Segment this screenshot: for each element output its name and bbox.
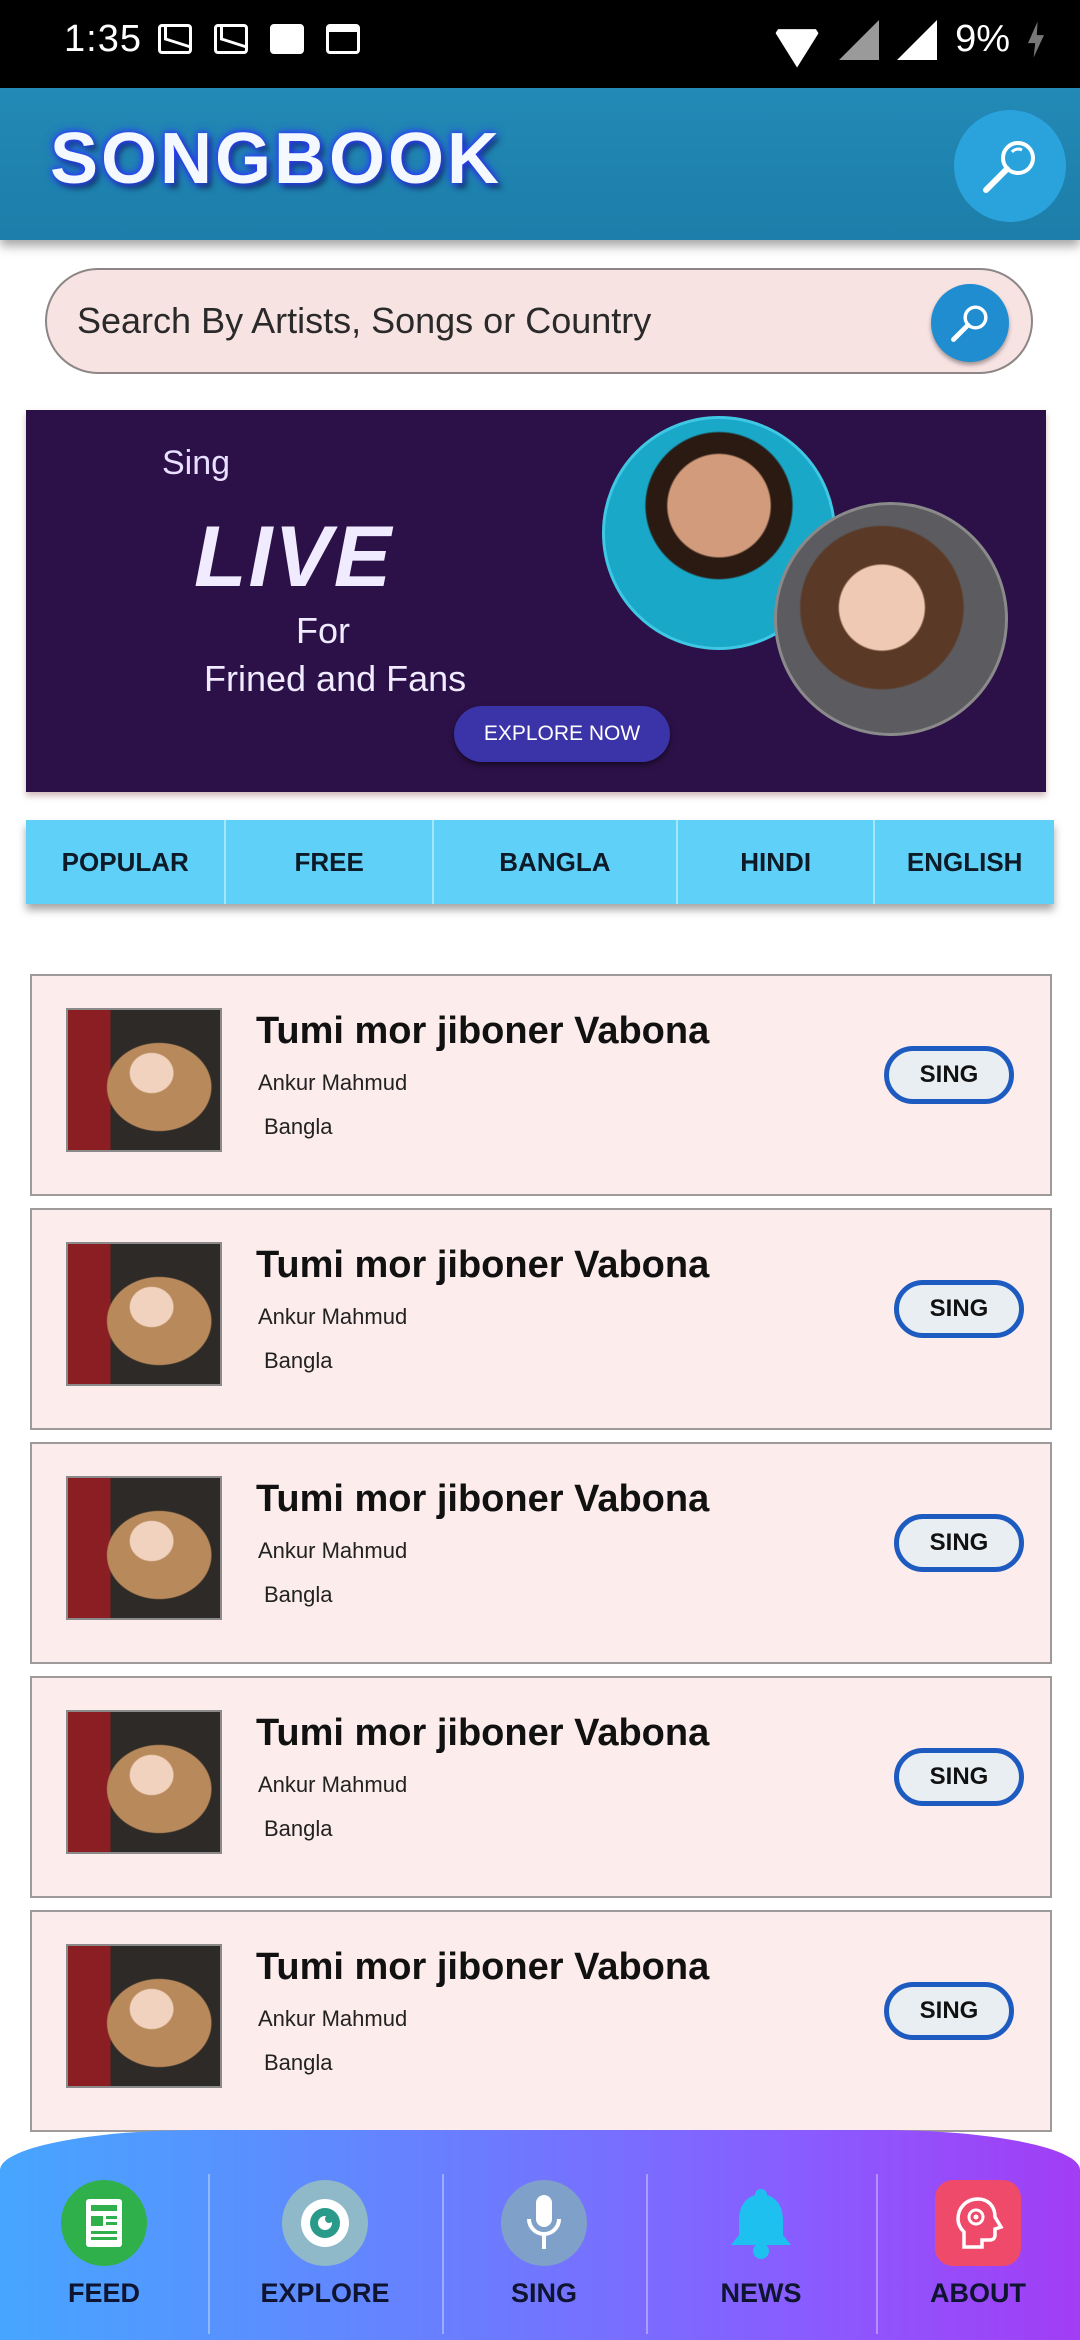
song-artist: Ankur Mahmud [258,1538,408,1563]
banner-text-fans: Frined and Fans [204,658,467,699]
tab-english[interactable]: ENGLISH [875,820,1054,904]
nav-item-explore[interactable]: EXPLORE [208,2174,444,2334]
song-artist: Ankur Mahmud [258,1772,408,1797]
nav-label-news: NEWS [720,2278,802,2308]
sing-button[interactable]: SING [884,1046,1014,1104]
nav-label-about: ABOUT [930,2278,1026,2308]
header-search-button[interactable] [954,110,1066,222]
gmail-notification-icon [158,24,192,54]
nav-item-news[interactable]: NEWS [646,2174,878,2334]
song-title: Tumi mor jiboner Vabona [256,1244,710,1286]
search-input[interactable]: Search By Artists, Songs or Country [77,300,651,342]
system-icons: 9% [773,18,1044,61]
nav-label-sing: SING [510,2278,577,2308]
bottom-navigation: FEED EXPLORE SING NEWS ABOUT [0,2130,1080,2340]
sing-button[interactable]: SING [894,1748,1024,1806]
calendar-notification-icon [326,24,360,54]
song-language: Bangla [264,2050,333,2075]
gmail-notification-icon [214,24,248,54]
tab-popular[interactable]: POPULAR [26,820,227,904]
explore-now-button[interactable]: EXPLORE NOW [454,706,670,762]
song-thumbnail [66,1242,222,1386]
tab-free[interactable]: FREE [226,820,434,904]
song-language: Bangla [264,1582,333,1607]
song-language: Bangla [264,1114,333,1139]
signal-icon [897,19,938,60]
bell-icon [718,2180,804,2266]
microphone-icon [501,2180,587,2266]
song-thumbnail [66,1944,222,2088]
app-header: SONGBOOK [0,88,1080,240]
app-title: SONGBOOK [50,119,503,199]
song-language: Bangla [264,1816,333,1841]
song-item[interactable]: Tumi mor jiboner Vabona Ankur Mahmud Ban… [30,1442,1052,1664]
nav-label-feed: FEED [67,2278,140,2308]
signal-icon [839,19,880,60]
nav-item-feed[interactable]: FEED [0,2174,210,2334]
song-artist: Ankur Mahmud [258,2006,408,2031]
tab-hindi[interactable]: HINDI [678,820,876,904]
song-title: Tumi mor jiboner Vabona [256,1010,710,1052]
song-thumbnail [66,1008,222,1152]
status-bar: 1:35 9% [0,0,1080,88]
feed-icon [61,2180,147,2266]
nav-item-about[interactable]: ABOUT [876,2174,1080,2334]
nav-item-sing[interactable]: SING [442,2174,648,2334]
tab-bangla[interactable]: BANGLA [434,820,678,904]
head-gear-icon [935,2180,1021,2266]
search-bar[interactable]: Search By Artists, Songs or Country [45,268,1033,374]
banner-text-for: For [296,610,350,651]
song-artist: Ankur Mahmud [258,1304,408,1329]
song-thumbnail [66,1476,222,1620]
category-tabs: POPULAR FREE BANGLA HINDI ENGLISH [26,820,1054,904]
sing-button[interactable]: SING [894,1514,1024,1572]
battery-percentage: 9% [955,18,1010,60]
song-thumbnail [66,1710,222,1854]
song-item[interactable]: Tumi mor jiboner Vabona Ankur Mahmud Ban… [30,1676,1052,1898]
song-title: Tumi mor jiboner Vabona [256,1946,710,1988]
eye-icon [282,2180,368,2266]
banner-text-live: LIVE [194,509,394,605]
song-title: Tumi mor jiboner Vabona [256,1478,710,1520]
song-item[interactable]: Tumi mor jiboner Vabona Ankur Mahmud Ban… [30,1910,1052,2132]
song-title: Tumi mor jiboner Vabona [256,1712,710,1754]
banner-text-sing: Sing [162,444,231,482]
notification-icons [158,24,360,54]
search-icon [983,141,1035,193]
search-button[interactable] [931,284,1009,362]
song-language: Bangla [264,1348,333,1373]
status-time: 1:35 [64,18,142,60]
promo-banner[interactable]: Sing LIVE For Frined and Fans EXPLORE NO… [26,410,1046,792]
banner-woman-photo [774,502,1008,736]
wifi-icon [773,20,821,60]
song-item[interactable]: Tumi mor jiboner Vabona Ankur Mahmud Ban… [30,974,1052,1196]
song-item[interactable]: Tumi mor jiboner Vabona Ankur Mahmud Ban… [30,1208,1052,1430]
image-notification-icon [270,24,304,54]
nav-label-explore: EXPLORE [260,2278,390,2308]
battery-charging-icon [1028,21,1044,58]
search-icon [951,305,988,342]
song-artist: Ankur Mahmud [258,1070,408,1095]
sing-button[interactable]: SING [894,1280,1024,1338]
sing-button[interactable]: SING [884,1982,1014,2040]
